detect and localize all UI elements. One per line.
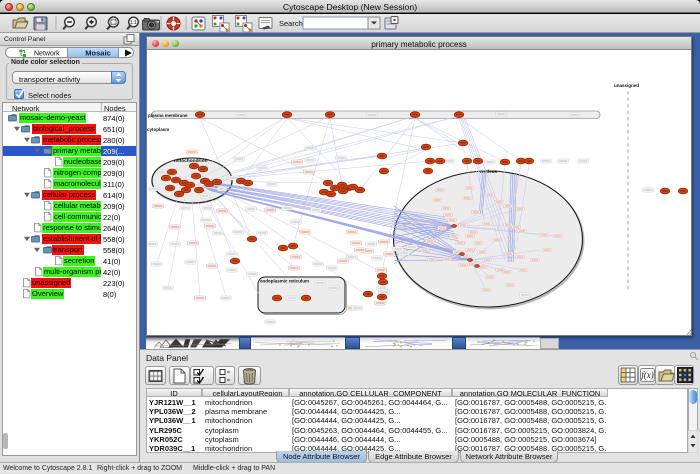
svg-text:cytoplasm: cytoplasm bbox=[147, 127, 169, 132]
svg-text:f(x): f(x) bbox=[641, 370, 654, 380]
svg-text:1:1: 1:1 bbox=[130, 20, 137, 26]
svg-text:plasma membrane: plasma membrane bbox=[148, 113, 188, 118]
svg-text:Search:: Search: bbox=[279, 19, 305, 28]
svg-text:Mosaic: Mosaic bbox=[85, 49, 110, 58]
svg-text:endoplasmic reticulum: endoplasmic reticulum bbox=[260, 279, 309, 284]
svg-text:mitochondrion: mitochondrion bbox=[174, 158, 208, 164]
svg-text:unassigned: unassigned bbox=[614, 83, 639, 88]
svg-text:Network: Network bbox=[34, 51, 60, 58]
